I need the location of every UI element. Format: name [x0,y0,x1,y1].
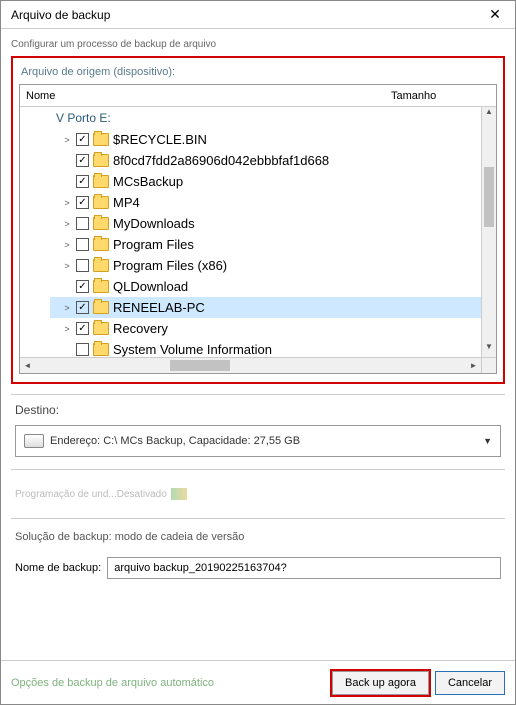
column-name[interactable]: Nome [20,90,391,102]
folder-icon [93,175,109,188]
solution-value: modo de cadeia de versão [115,531,245,543]
scroll-down-icon[interactable]: ▼ [482,342,496,357]
tree-item-label: MP4 [113,195,140,210]
solution-row: Solução de backup: modo de cadeia de ver… [15,531,501,543]
expander-icon[interactable]: > [62,303,72,313]
folder-icon [93,322,109,335]
expander-icon[interactable]: > [62,240,72,250]
destination-dropdown[interactable]: Endereço: C:\ MCs Backup, Capacidade: 27… [15,425,501,457]
tree-row[interactable]: > Program Files (x86) [50,255,496,276]
disk-icon [24,434,44,448]
scroll-left-icon[interactable]: ◄ [20,358,35,373]
schedule-row: Programação de und...Desativado [11,480,505,508]
drive-node[interactable]: V Porto E: [50,109,496,129]
backup-dialog: Arquivo de backup ✕ Configurar um proces… [0,0,516,705]
expander-icon[interactable]: > [62,135,72,145]
file-tree: Nome Tamanho V Porto E: > $RECYCLE.BIN 8f0… [19,84,497,374]
checkbox[interactable] [76,301,89,314]
tree-row[interactable]: MCsBackup [50,171,496,192]
checkbox[interactable] [76,133,89,146]
options-section: Solução de backup: modo de cadeia de ver… [11,518,505,591]
expander-icon[interactable]: > [62,198,72,208]
column-size[interactable]: Tamanho [391,90,481,102]
schedule-text: Programação de und...Desativado [15,489,167,500]
tree-item-label: QLDownload [113,279,188,294]
titlebar: Arquivo de backup ✕ [1,1,515,29]
tree-item-label: Program Files [113,237,194,252]
tree-row[interactable]: > $RECYCLE.BIN [50,129,496,150]
source-label: Arquivo de origem (dispositivo): [19,64,497,84]
chevron-down-icon: ▼ [483,436,492,446]
folder-icon [93,238,109,251]
schedule-icon [171,488,187,500]
checkbox[interactable] [76,238,89,251]
cancel-button[interactable]: Cancelar [435,671,505,695]
tree-row[interactable]: > Recovery [50,318,496,339]
folder-icon [93,196,109,209]
folder-icon [93,301,109,314]
checkbox[interactable] [76,343,89,356]
tree-row[interactable]: > MP4 [50,192,496,213]
source-frame: Arquivo de origem (dispositivo): Nome Ta… [11,56,505,384]
tree-row[interactable]: 8f0cd7fdd2a86906d042ebbbfaf1d668 [50,150,496,171]
expander-icon[interactable]: > [62,219,72,229]
checkbox[interactable] [76,196,89,209]
backup-name-label: Nome de backup: [15,562,101,574]
tree-row[interactable]: QLDownload [50,276,496,297]
tree-item-label: 8f0cd7fdd2a86906d042ebbbfaf1d668 [113,153,329,168]
vertical-scrollbar[interactable]: ▲ ▼ [481,107,496,357]
checkbox[interactable] [76,322,89,335]
tree-item-label: RENEELAB-PC [113,300,205,315]
checkbox[interactable] [76,280,89,293]
checkbox[interactable] [76,217,89,230]
dialog-body: Arquivo de origem (dispositivo): Nome Ta… [1,56,515,660]
tree-row[interactable]: > Program Files [50,234,496,255]
expander-icon[interactable]: > [62,261,72,271]
folder-icon [93,217,109,230]
folder-icon [93,343,109,356]
close-icon: ✕ [489,6,501,23]
tree-item-label: Program Files (x86) [113,258,227,273]
tree-viewport: V Porto E: > $RECYCLE.BIN 8f0cd7fdd2a86906… [20,107,496,373]
folder-icon [93,280,109,293]
folder-icon [93,259,109,272]
horizontal-scrollbar[interactable]: ◄ ► [20,357,481,373]
close-button[interactable]: ✕ [475,1,515,29]
tree-row[interactable]: > RENEELAB-PC [50,297,496,318]
checkbox[interactable] [76,259,89,272]
folder-icon [93,133,109,146]
scroll-thumb-horizontal[interactable] [170,360,230,371]
tree-item-label: Recovery [113,321,168,336]
backup-name-row: Nome de backup: [15,557,501,579]
dialog-subtitle: Configurar um processo de backup de arqu… [1,29,515,56]
scroll-thumb-vertical[interactable] [484,167,494,227]
footer-buttons: Back up agora Cancelar [332,671,505,695]
scroll-right-icon[interactable]: ► [466,358,481,373]
window-title: Arquivo de backup [11,8,110,22]
backup-name-input[interactable] [107,557,501,579]
auto-backup-link[interactable]: Opções de backup de arquivo automático [11,677,214,689]
folder-icon [93,154,109,167]
destination-value: Endereço: C:\ MCs Backup, Capacidade: 27… [50,435,483,447]
expander-icon[interactable]: > [62,324,72,334]
tree-row[interactable]: > MyDownloads [50,213,496,234]
scroll-up-icon[interactable]: ▲ [482,107,496,122]
tree-item-label: MCsBackup [113,174,183,189]
tree-item-label: $RECYCLE.BIN [113,132,207,147]
tree-item-label: System Volume Information [113,342,272,357]
checkbox[interactable] [76,175,89,188]
scroll-corner [481,357,496,373]
destination-label: Destino: [15,403,501,417]
dialog-footer: Opções de backup de arquivo automático B… [1,660,515,704]
tree-item-label: MyDownloads [113,216,195,231]
solution-label: Solução de backup: [15,531,112,543]
tree-header: Nome Tamanho [20,85,496,107]
checkbox[interactable] [76,154,89,167]
destination-section: Destino: Endereço: C:\ MCs Backup, Capac… [11,394,505,470]
backup-now-button[interactable]: Back up agora [332,671,429,695]
